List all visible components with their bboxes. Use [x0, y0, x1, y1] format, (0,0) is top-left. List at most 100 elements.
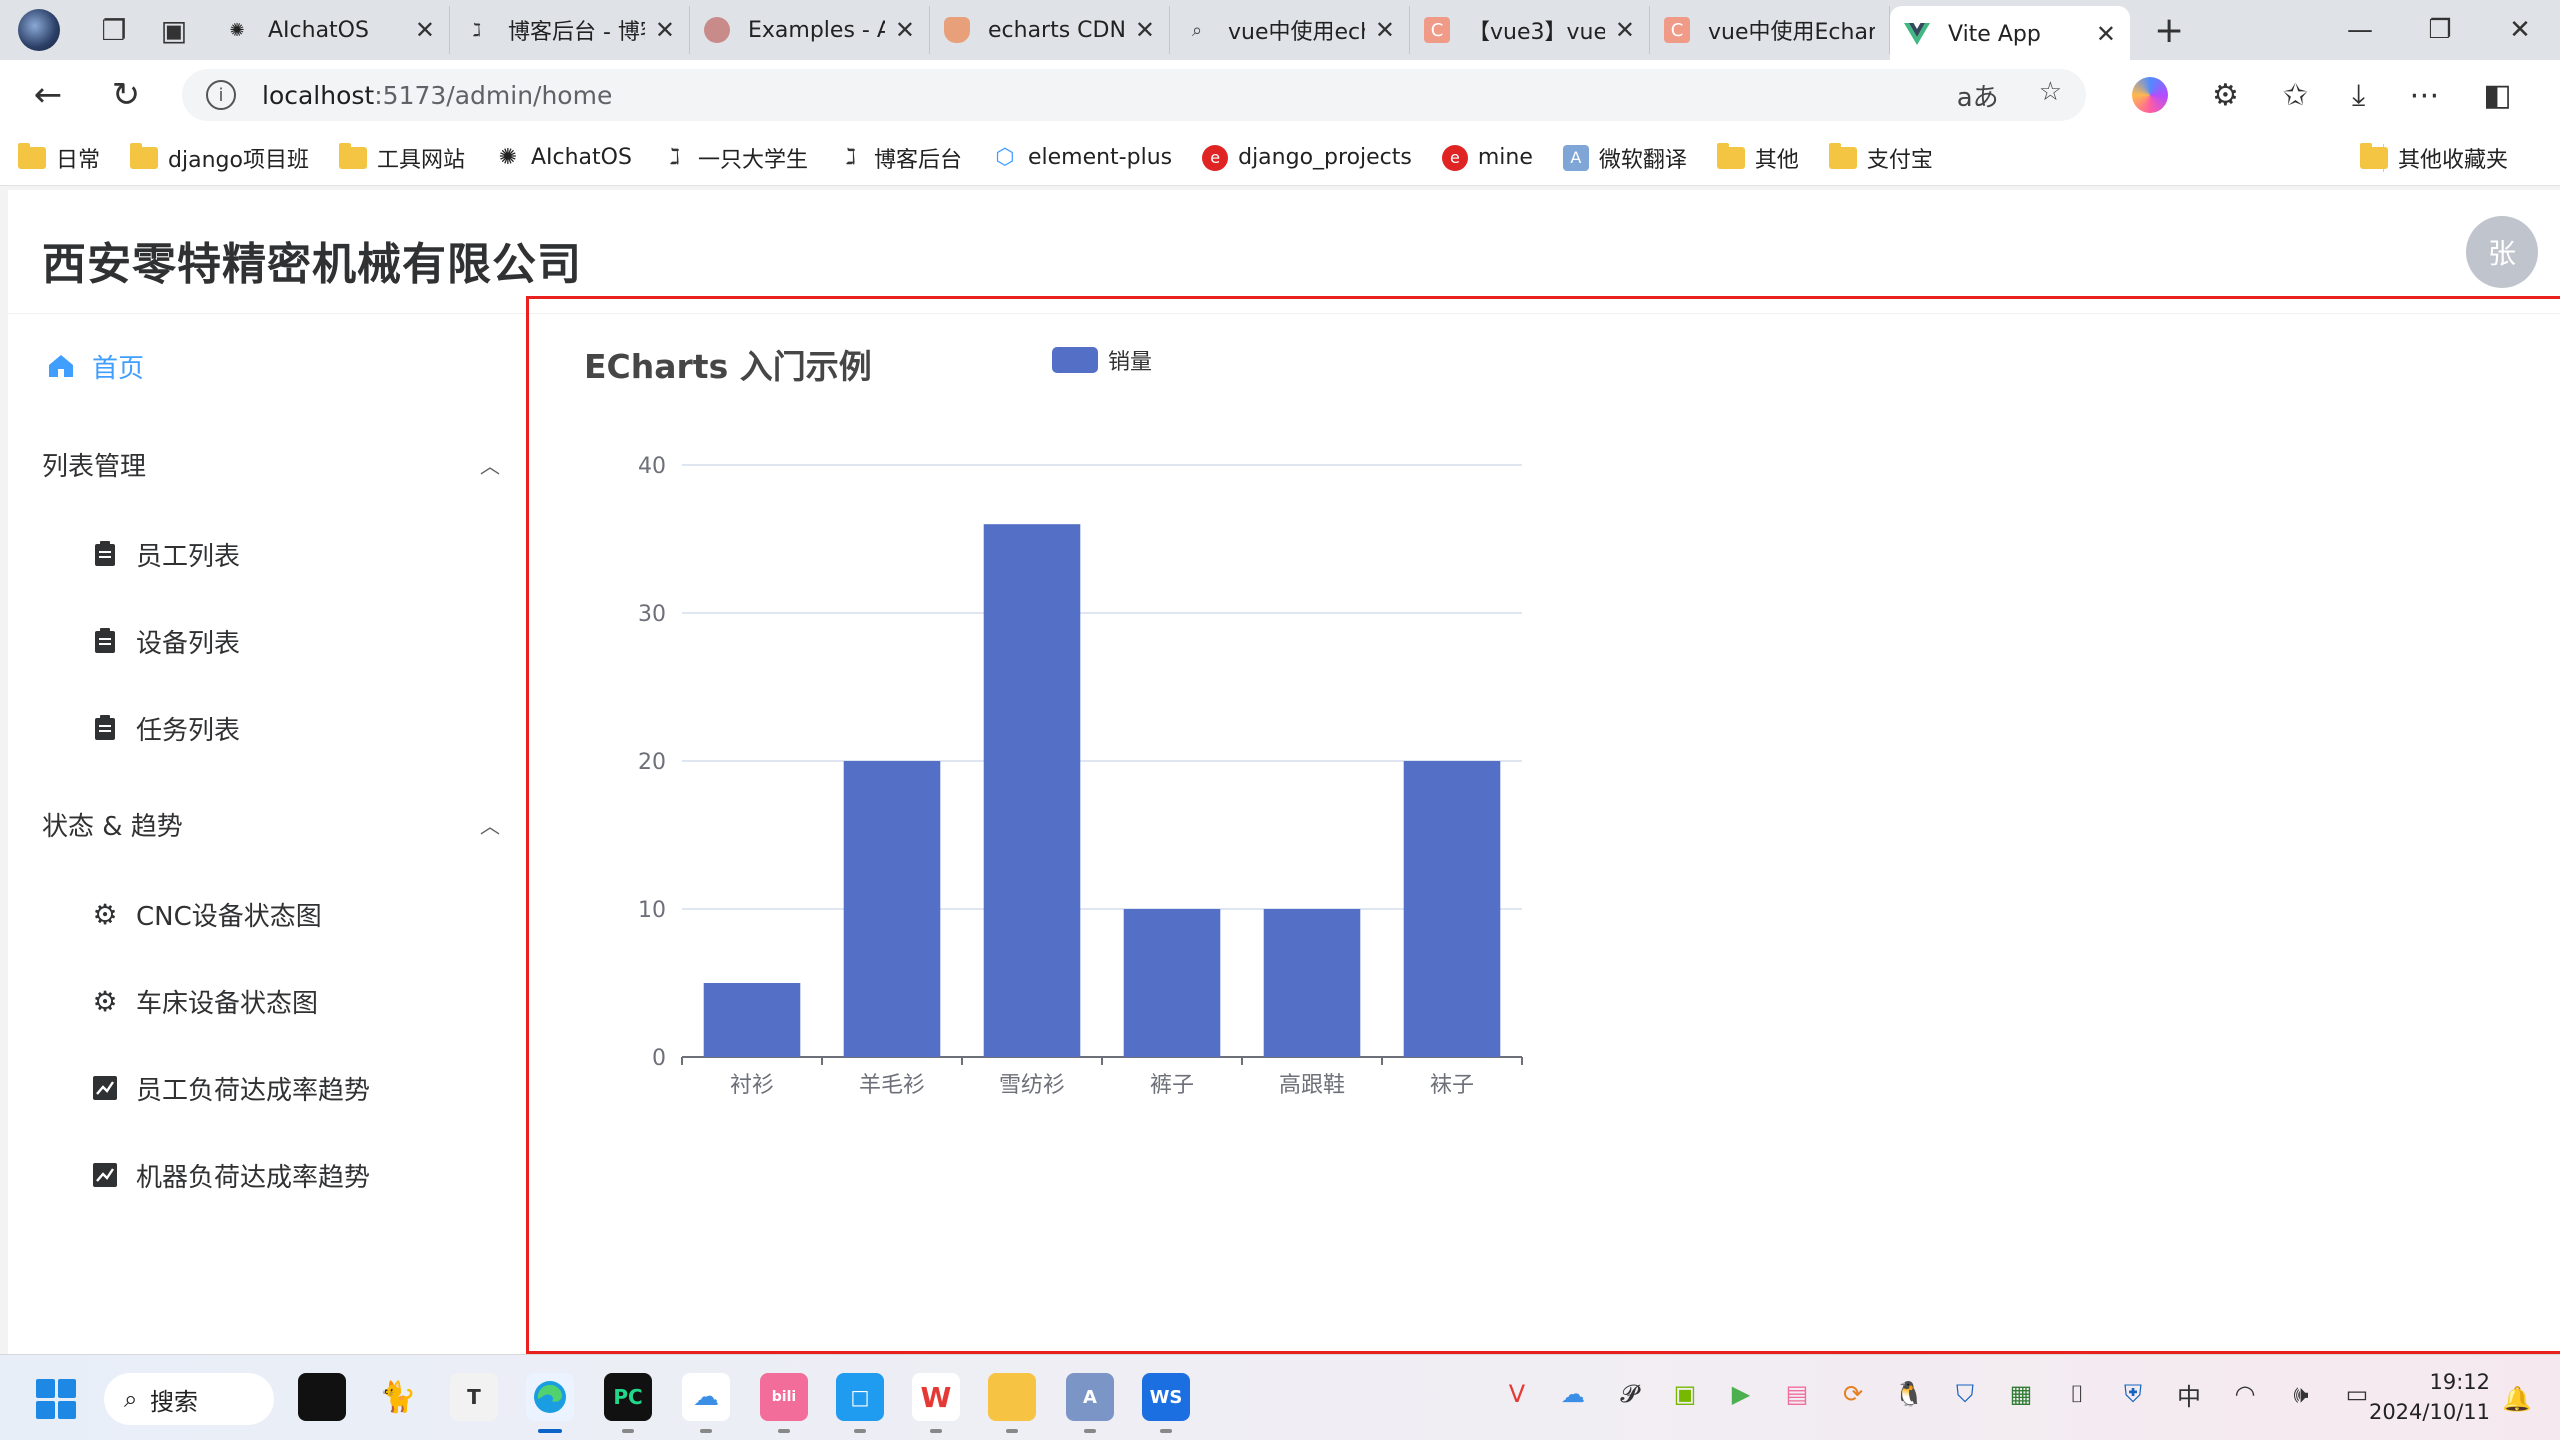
browser-tab-active[interactable]: Vite App ✕ — [1890, 6, 2130, 62]
site-info-icon[interactable]: i — [206, 80, 236, 110]
bookmark-folder[interactable]: 工具网站 — [338, 142, 465, 174]
menu-group-list[interactable]: 列表管理 ︿ — [8, 420, 528, 508]
bilibili-tray-icon[interactable]: ▤ — [1780, 1377, 1814, 1411]
close-tab-icon[interactable]: ✕ — [1135, 16, 1155, 44]
favorites-icon[interactable]: ✩ — [2283, 78, 2308, 113]
vivaldi-icon[interactable]: V — [1500, 1377, 1534, 1411]
back-arrow-icon[interactable]: ← — [18, 65, 78, 125]
close-tab-icon[interactable]: ✕ — [415, 16, 435, 44]
task-view-icon[interactable] — [298, 1373, 346, 1421]
menu-item-tasks[interactable]: 任务列表 — [8, 684, 528, 772]
restore-icon[interactable]: ❐ — [2400, 0, 2480, 60]
address-bar[interactable]: i localhost:5173/admin/home aあ ☆ — [182, 69, 2086, 121]
browser-tab[interactable]: ℷ 博客后台 - 博客 ✕ — [450, 6, 690, 54]
bookmark-link[interactable]: ℷ 一只大学生 — [662, 142, 808, 174]
trend-chart-icon — [90, 1073, 120, 1103]
cat-app-icon[interactable]: 🐈 — [374, 1373, 422, 1421]
browser-tab[interactable]: echarts CDN by jsDelivr ✕ — [930, 6, 1170, 54]
bookmark-folder[interactable]: django项目班 — [130, 142, 309, 174]
pen-icon[interactable]: 𝓟 — [1612, 1377, 1646, 1411]
more-menu-icon[interactable]: ⋯ — [2409, 78, 2439, 113]
copilot-icon[interactable] — [2132, 77, 2168, 113]
wifi-icon[interactable]: ◠ — [2228, 1377, 2262, 1411]
vue-icon — [1904, 21, 1930, 47]
bookmark-label: 一只大学生 — [697, 147, 808, 173]
qq-icon[interactable]: 🐧 — [1892, 1377, 1926, 1411]
workspaces-icon[interactable]: ❐ — [90, 6, 138, 54]
minimize-icon[interactable]: — — [2320, 0, 2400, 60]
menu-item-cnc-status[interactable]: ⚙ CNC设备状态图 — [8, 870, 528, 958]
defender-icon[interactable]: ⛨ — [2116, 1377, 2150, 1411]
close-tab-icon[interactable]: ✕ — [2096, 20, 2116, 48]
file-explorer-icon[interactable] — [988, 1373, 1036, 1433]
menu-label: 状态 & 趋势 — [42, 811, 183, 842]
grid-app-icon[interactable]: ▦ — [2004, 1377, 2038, 1411]
browser-tab[interactable]: ⌕ vue中使用echarts ✕ — [1170, 6, 1410, 54]
sidebar-toggle-icon[interactable]: ◧ — [2483, 78, 2511, 113]
close-tab-icon[interactable]: ✕ — [655, 16, 675, 44]
bilibili-icon[interactable]: bili — [760, 1373, 808, 1433]
close-window-icon[interactable]: ✕ — [2480, 0, 2560, 60]
bookmark-link[interactable]: e django_projects — [1202, 144, 1412, 171]
x-tick-label: 衬衫 — [730, 1073, 774, 1098]
menu-item-employees[interactable]: 员工列表 — [8, 510, 528, 598]
volume-icon[interactable]: 🕪 — [2284, 1377, 2318, 1411]
start-windows-icon[interactable] — [36, 1379, 76, 1419]
tab-actions-icon[interactable]: ▣ — [150, 6, 198, 54]
profile-avatar[interactable] — [18, 9, 60, 51]
menu-label: CNC设备状态图 — [136, 901, 322, 932]
menu-item-home[interactable]: 首页 — [8, 322, 528, 410]
window-tool-icon[interactable]: □ — [836, 1373, 884, 1433]
translate-icon: A — [1562, 144, 1589, 171]
baidu-netdisk-icon[interactable]: ☁ — [682, 1373, 730, 1433]
notification-bell-icon[interactable]: 🔔 — [2502, 1385, 2532, 1413]
browser-tab[interactable]: C vue中使用Echarts — [1650, 6, 1890, 54]
system-clock[interactable]: 19:12 2024/10/11 — [2360, 1367, 2490, 1427]
sync-icon[interactable]: ⟳ — [1836, 1377, 1870, 1411]
menu-group-status[interactable]: 状态 & 趋势 ︿ — [8, 780, 528, 868]
webstorm-icon[interactable]: WS — [1142, 1373, 1190, 1433]
close-tab-icon[interactable]: ✕ — [895, 16, 915, 44]
taskbar-search[interactable]: ⌕ 搜索 — [104, 1373, 274, 1425]
y-tick-label: 40 — [638, 454, 666, 479]
new-tab-icon[interactable]: + — [2154, 10, 2184, 51]
bookmark-link[interactable]: A 微软翻译 — [1562, 142, 1687, 174]
read-aloud-icon[interactable]: aあ — [1957, 77, 1999, 114]
menu-item-lathe-status[interactable]: ⚙ 车床设备状态图 — [8, 957, 528, 1045]
ime-indicator[interactable]: 中 — [2172, 1377, 2206, 1411]
bookmark-folder[interactable]: 日常 — [18, 142, 100, 174]
bookmark-link[interactable]: ℷ 博客后台 — [838, 142, 962, 174]
menu-item-employee-trend[interactable]: 员工负荷达成率趋势 — [8, 1044, 528, 1132]
menu-item-devices[interactable]: 设备列表 — [8, 597, 528, 685]
bookmark-link[interactable]: ⬡ element-plus — [992, 145, 1172, 171]
menu-label: 设备列表 — [136, 628, 241, 659]
bookmark-folder[interactable]: 其他 — [1716, 142, 1799, 174]
favorite-star-icon[interactable]: ☆ — [2039, 77, 2062, 114]
media-play-icon[interactable]: ▶ — [1724, 1377, 1758, 1411]
wps-icon[interactable]: W — [912, 1373, 960, 1433]
refresh-icon[interactable]: ↻ — [96, 65, 156, 125]
bookmark-folder[interactable]: 支付宝 — [1828, 142, 1933, 174]
translator-icon[interactable]: A — [1066, 1373, 1114, 1433]
typora-icon[interactable]: T — [450, 1373, 498, 1421]
bookmark-label: django_projects — [1238, 145, 1412, 170]
nvidia-icon[interactable]: ▣ — [1668, 1377, 1702, 1411]
edge-browser-icon[interactable] — [526, 1373, 574, 1433]
bookmark-link[interactable]: ✺ AIchatOS — [495, 145, 632, 171]
menu-item-machine-trend[interactable]: 机器负荷达成率趋势 — [8, 1131, 528, 1219]
close-tab-icon[interactable]: ✕ — [1615, 16, 1635, 44]
cloud-sync-icon[interactable]: ☁ — [1556, 1377, 1590, 1411]
browser-tab[interactable]: Examples - Apache ECharts ✕ — [690, 6, 930, 54]
bookmark-link[interactable]: e mine — [1441, 144, 1533, 171]
browser-tab[interactable]: C 【vue3】vue3中使用 ✕ — [1410, 6, 1650, 54]
extensions-icon[interactable]: ⚙ — [2212, 78, 2239, 113]
shield-icon[interactable]: ⛉ — [1948, 1377, 1982, 1411]
other-bookmarks-folder[interactable]: 其他收藏夹 — [2359, 130, 2508, 186]
csdn-icon: C — [1424, 17, 1450, 43]
pycharm-icon[interactable]: PC — [604, 1373, 652, 1433]
close-tab-icon[interactable]: ✕ — [1375, 16, 1395, 44]
downloads-icon[interactable]: ⤓ — [2352, 78, 2365, 113]
browser-tab[interactable]: ✺ AIchatOS ✕ — [210, 6, 450, 54]
user-avatar[interactable]: 张 — [2466, 216, 2538, 288]
usb-icon[interactable]: ⌷ — [2060, 1377, 2094, 1411]
